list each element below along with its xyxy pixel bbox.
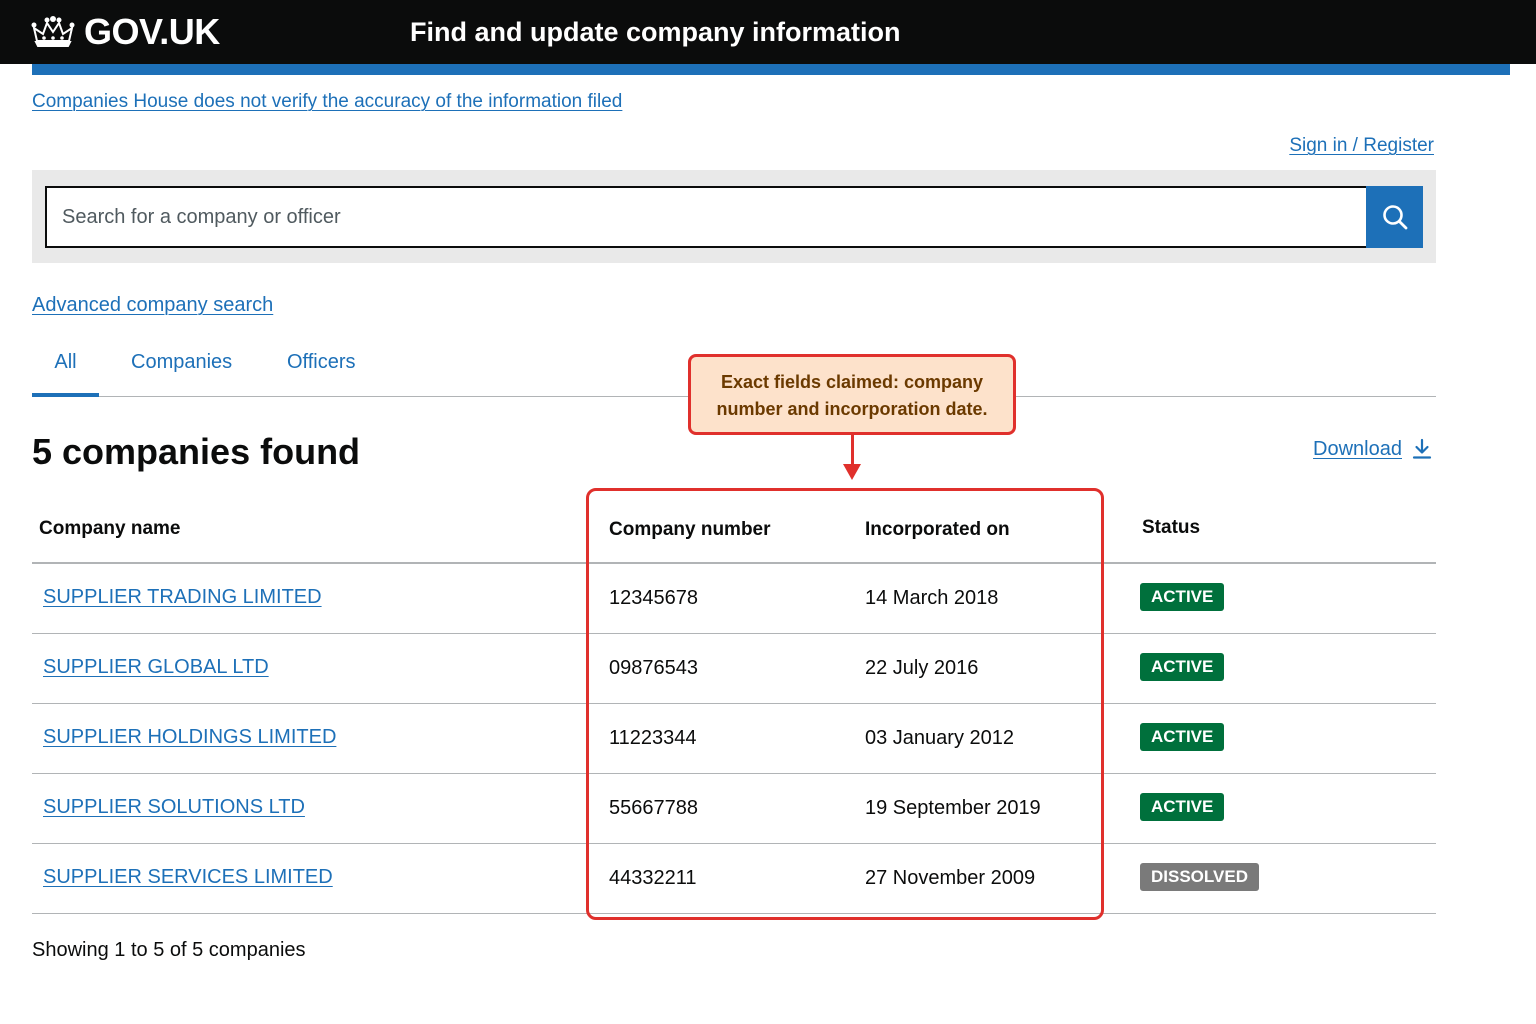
tab-officers[interactable]: Officers xyxy=(287,340,356,396)
header-blue-bar xyxy=(32,64,1510,75)
company-name-link[interactable]: SUPPLIER TRADING LIMITED xyxy=(43,584,322,610)
tab-companies[interactable]: Companies xyxy=(131,340,232,396)
status-badge: DISSOLVED xyxy=(1140,863,1259,891)
status-cell: ACTIVE xyxy=(1140,723,1225,751)
disclaimer-link[interactable]: Companies House does not verify the accu… xyxy=(32,89,622,115)
company-name-link[interactable]: SUPPLIER SERVICES LIMITED xyxy=(43,864,333,890)
service-name[interactable]: Find and update company information xyxy=(410,14,901,50)
status-cell: ACTIVE xyxy=(1140,653,1225,681)
status-badge: ACTIVE xyxy=(1140,793,1225,821)
sign-in-register-link[interactable]: Sign in / Register xyxy=(1289,133,1434,159)
status-cell: DISSOLVED xyxy=(1140,863,1259,891)
site-header: GOV.UK Find and update company informati… xyxy=(0,0,1536,64)
company-name-link[interactable]: SUPPLIER SOLUTIONS LTD xyxy=(43,794,305,820)
advanced-search-link[interactable]: Advanced company search xyxy=(32,292,273,318)
column-header-status: Status xyxy=(1142,517,1201,538)
download-icon xyxy=(1412,438,1432,459)
status-badge: ACTIVE xyxy=(1140,723,1225,751)
column-header-company-name: Company name xyxy=(39,518,181,539)
download-link[interactable]: Download xyxy=(1313,436,1432,462)
status-cell: ACTIVE xyxy=(1140,793,1225,821)
search-button[interactable] xyxy=(1366,186,1423,248)
annotation-arrow-shaft xyxy=(851,435,854,467)
crown-icon xyxy=(31,16,75,47)
status-badge: ACTIVE xyxy=(1140,653,1225,681)
search-icon xyxy=(1382,205,1407,230)
company-name-link[interactable]: SUPPLIER GLOBAL LTD xyxy=(43,654,269,680)
annotation-line-1: Exact fields claimed: company xyxy=(720,372,984,392)
govuk-logo[interactable]: GOV.UK xyxy=(30,12,220,52)
search-input[interactable] xyxy=(45,186,1367,248)
annotation-arrow-head-icon xyxy=(843,464,861,480)
status-cell: ACTIVE xyxy=(1140,583,1225,611)
status-badge: ACTIVE xyxy=(1140,583,1225,611)
results-count-text: Showing 1 to 5 of 5 companies xyxy=(32,939,306,961)
annotation-line-2: number and incorporation date. xyxy=(716,399,988,419)
search-panel xyxy=(32,170,1436,263)
company-name-link[interactable]: SUPPLIER HOLDINGS LIMITED xyxy=(43,724,336,750)
tab-all[interactable]: All xyxy=(32,340,99,397)
annotation-highlight-box xyxy=(586,488,1104,920)
logo-text: GOV.UK xyxy=(84,11,220,52)
download-label: Download xyxy=(1313,438,1402,460)
annotation-callout: Exact fields claimed: company number and… xyxy=(688,354,1016,435)
results-heading: 5 companies found xyxy=(32,431,361,472)
